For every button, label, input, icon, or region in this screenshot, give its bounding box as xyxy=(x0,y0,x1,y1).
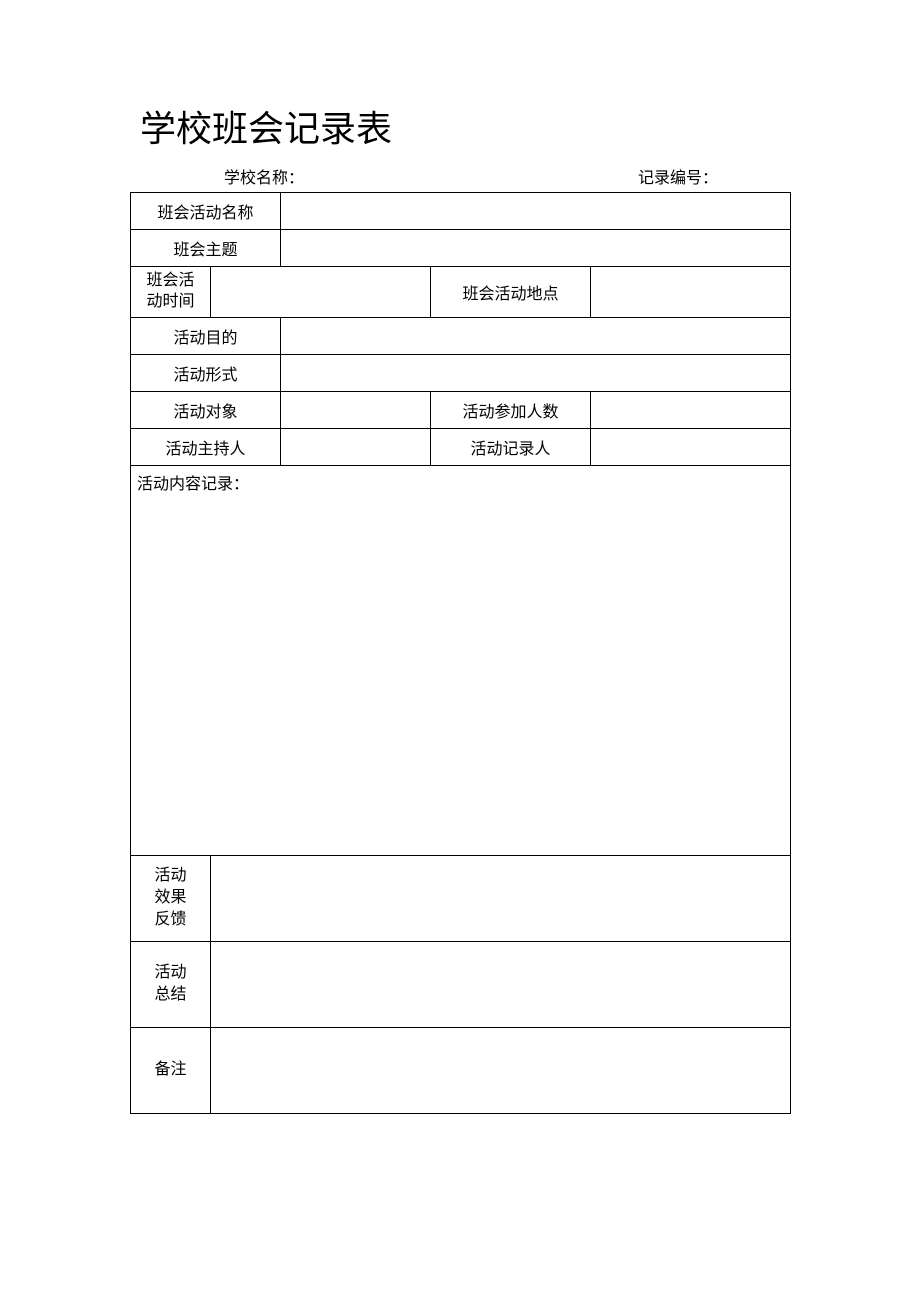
activity-location-value xyxy=(591,267,791,318)
participants-label: 活动参加人数 xyxy=(431,391,591,428)
table-row: 班会活动名称 xyxy=(131,193,791,230)
activity-name-value xyxy=(281,193,791,230)
summary-value xyxy=(211,941,791,1027)
target-value xyxy=(281,391,431,428)
activity-name-label: 班会活动名称 xyxy=(131,193,281,230)
header-line: 学校名称： 记录编号： xyxy=(130,164,790,188)
record-number-label: 记录编号： xyxy=(638,164,718,188)
table-row: 班会活动时间 班会活动地点 xyxy=(131,267,791,318)
recorder-label: 活动记录人 xyxy=(431,428,591,465)
document-page: 学校班会记录表 学校名称： 记录编号： 班会活动名称 班会主题 班会活动时间 班… xyxy=(0,0,920,1114)
table-row: 活动总结 xyxy=(131,941,791,1027)
school-name-label: 学校名称： xyxy=(224,164,304,188)
host-value xyxy=(281,428,431,465)
feedback-label: 活动效果反馈 xyxy=(131,855,211,941)
activity-time-value xyxy=(211,267,431,318)
content-record-cell: 活动内容记录： xyxy=(131,465,791,855)
record-table: 班会活动名称 班会主题 班会活动时间 班会活动地点 活动目的 活动形式 活动对象… xyxy=(130,192,791,1114)
target-label: 活动对象 xyxy=(131,391,281,428)
activity-location-label: 班会活动地点 xyxy=(431,267,591,318)
feedback-value xyxy=(211,855,791,941)
form-value xyxy=(281,354,791,391)
purpose-label: 活动目的 xyxy=(131,317,281,354)
table-row: 活动主持人 活动记录人 xyxy=(131,428,791,465)
summary-label: 活动总结 xyxy=(131,941,211,1027)
remark-value xyxy=(211,1027,791,1113)
table-row: 备注 xyxy=(131,1027,791,1113)
content-record-label: 活动内容记录： xyxy=(137,476,249,493)
participants-value xyxy=(591,391,791,428)
purpose-value xyxy=(281,317,791,354)
document-title: 学校班会记录表 xyxy=(140,100,790,152)
table-row: 活动对象 活动参加人数 xyxy=(131,391,791,428)
table-row: 活动目的 xyxy=(131,317,791,354)
table-row: 班会主题 xyxy=(131,230,791,267)
remark-label: 备注 xyxy=(131,1027,211,1113)
recorder-value xyxy=(591,428,791,465)
topic-label: 班会主题 xyxy=(131,230,281,267)
activity-time-label: 班会活动时间 xyxy=(131,267,211,318)
form-label: 活动形式 xyxy=(131,354,281,391)
topic-value xyxy=(281,230,791,267)
host-label: 活动主持人 xyxy=(131,428,281,465)
table-row: 活动效果反馈 xyxy=(131,855,791,941)
table-row: 活动形式 xyxy=(131,354,791,391)
table-row: 活动内容记录： xyxy=(131,465,791,855)
